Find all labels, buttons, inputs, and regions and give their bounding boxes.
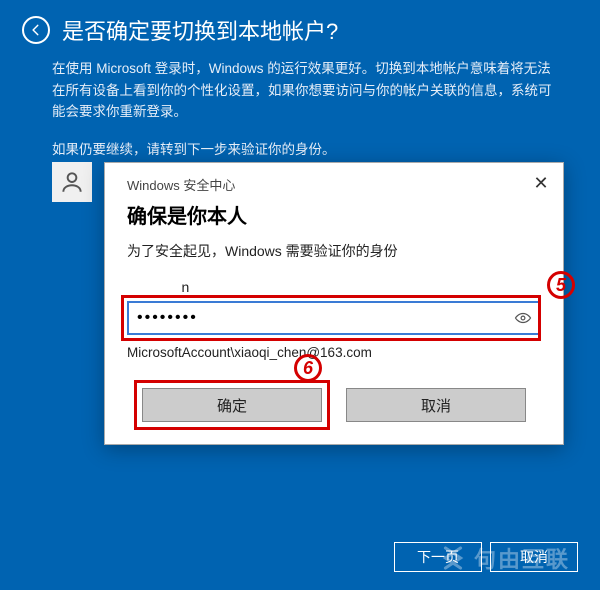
back-button[interactable] (22, 16, 50, 44)
dialog-subtitle: 为了安全起见，Windows 需要验证你的身份 (127, 241, 541, 261)
annotation-marker-5: 5 (547, 271, 575, 299)
avatar (52, 162, 92, 202)
cancel-button-label: 取消 (421, 395, 451, 416)
account-identifier: MicrosoftAccount\xiaoqi_chen@163.com (127, 345, 541, 360)
dialog-title: 确保是你本人 (127, 200, 541, 229)
reveal-password-button[interactable] (513, 308, 533, 328)
close-button[interactable]: ✕ (529, 171, 553, 195)
next-button-label: 下一页 (417, 547, 459, 567)
arrow-left-icon (29, 23, 43, 37)
windows-security-dialog: ✕ Windows 安全中心 确保是你本人 为了安全起见，Windows 需要验… (104, 162, 564, 445)
description-paragraph-2: 如果仍要继续，请转到下一步来验证你的身份。 (52, 139, 552, 161)
footer-cancel-button[interactable]: 取消 (490, 542, 578, 572)
page-description: 在使用 Microsoft 登录时，Windows 的运行效果更好。切换到本地帐… (0, 54, 600, 160)
person-icon (59, 169, 85, 195)
close-icon: ✕ (533, 173, 548, 194)
next-button[interactable]: 下一页 (394, 542, 482, 572)
eye-icon (514, 309, 532, 327)
page-title: 是否确定要切换到本地帐户? (62, 14, 338, 46)
ok-button-label: 确定 (217, 395, 247, 416)
ok-button[interactable]: 确定 (142, 388, 322, 422)
footer-cancel-label: 取消 (520, 547, 548, 567)
cancel-button[interactable]: 取消 (346, 388, 526, 422)
password-field-wrapper: 5 (127, 301, 541, 335)
username-display: n (127, 279, 541, 295)
dialog-caption: Windows 安全中心 (127, 175, 541, 194)
password-input[interactable] (127, 301, 541, 335)
description-paragraph-1: 在使用 Microsoft 登录时，Windows 的运行效果更好。切换到本地帐… (52, 58, 552, 123)
